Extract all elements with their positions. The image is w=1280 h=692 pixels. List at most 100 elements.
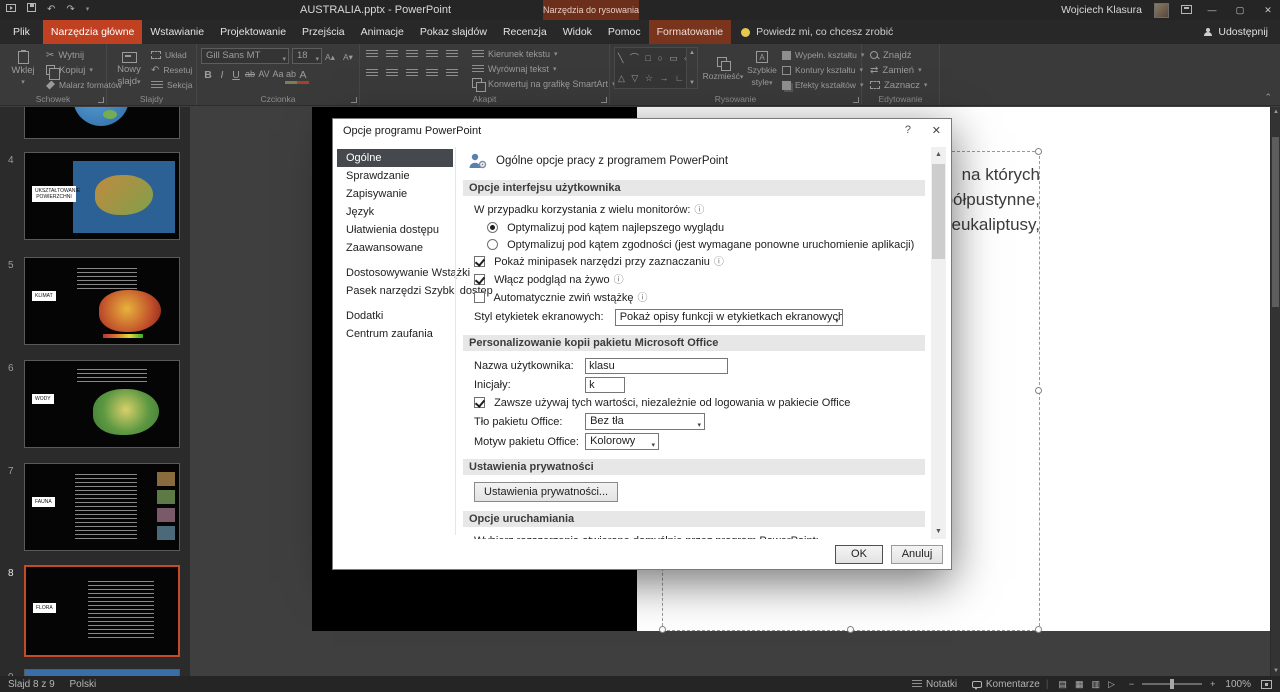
tab-animations[interactable]: Animacje	[353, 20, 412, 44]
zoom-in-button[interactable]: +	[1210, 679, 1215, 689]
select-button[interactable]: Zaznacz ▾	[870, 78, 927, 92]
notes-toggle[interactable]: Notatki	[926, 679, 957, 690]
tab-format[interactable]: Formatowanie	[649, 20, 732, 44]
customize-quick-access-button[interactable]: ▾	[86, 0, 90, 20]
tab-view[interactable]: Widok	[555, 20, 600, 44]
dialog-scrollbar-thumb[interactable]	[932, 164, 945, 259]
slide-thumbnail-5[interactable]: KLIMAT	[24, 257, 180, 345]
dialog-title-bar[interactable]: Opcje programu PowerPoint ? ✕	[333, 119, 951, 143]
strikethrough-button[interactable]: ab	[243, 69, 257, 84]
normal-view-button[interactable]: ▤	[1058, 679, 1067, 690]
zoom-slider[interactable]	[1142, 683, 1202, 685]
nav-addins[interactable]: Dodatki	[337, 307, 453, 325]
zoom-out-button[interactable]: −	[1129, 679, 1134, 689]
align-left-icon[interactable]	[366, 69, 378, 78]
decrease-indent-icon[interactable]	[406, 50, 418, 59]
cut-button[interactable]: ✂ Wytnij	[46, 48, 84, 62]
scre entip-style-dropdown[interactable]: Pokaż opisy funkcji w etykietkach ekrano…	[615, 309, 843, 326]
tab-home[interactable]: Narzędzia główne	[43, 20, 142, 44]
nav-advanced[interactable]: Zaawansowane	[337, 239, 453, 257]
selection-handle-top-right[interactable]	[1035, 148, 1042, 155]
comments-toggle[interactable]: Komentarze	[986, 679, 1040, 690]
collapse-ribbon-button[interactable]: ⌃	[1264, 92, 1272, 103]
save-button[interactable]	[27, 0, 36, 20]
optimize-best-radio[interactable]	[487, 222, 498, 233]
dialog-help-button[interactable]: ?	[905, 124, 911, 136]
line-spacing-icon[interactable]	[446, 50, 458, 59]
selection-handle-bottom-right[interactable]	[1035, 626, 1042, 633]
justify-icon[interactable]	[426, 69, 438, 78]
quick-styles-button[interactable]: A Szybkie style▾	[744, 47, 780, 92]
slide-thumbnail-9-partial[interactable]	[24, 669, 180, 676]
shape-effects-button[interactable]: Efekty kształtów ▾	[782, 78, 863, 92]
repeat-button[interactable]: ↷	[66, 0, 74, 20]
start-slideshow-button[interactable]	[6, 0, 16, 20]
arrange-button[interactable]: Rozmieść▾	[702, 47, 744, 92]
new-slide-button[interactable]: Nowy slajd▾	[109, 47, 149, 92]
align-center-icon[interactable]	[386, 69, 398, 78]
columns-icon[interactable]	[446, 69, 458, 78]
align-right-icon[interactable]	[406, 69, 418, 78]
copy-button[interactable]: Kopiuj ▾	[46, 63, 93, 77]
cancel-button[interactable]: Anuluj	[891, 545, 943, 564]
clipboard-dialog-launcher[interactable]	[98, 97, 104, 103]
selection-handle-bottom-center[interactable]	[847, 626, 854, 633]
zoom-slider-thumb[interactable]	[1170, 679, 1174, 689]
always-use-values-checkbox[interactable]	[474, 397, 485, 408]
layout-button[interactable]: Układ	[151, 48, 187, 62]
scroll-down-icon[interactable]: ▼	[1271, 668, 1280, 674]
reset-button[interactable]: ↶ Resetuj	[151, 63, 192, 77]
nav-proofing[interactable]: Sprawdzanie	[337, 167, 453, 185]
minimize-button[interactable]: —	[1204, 5, 1220, 15]
optimize-compat-radio[interactable]	[487, 239, 498, 250]
mini-toolbar-checkbox[interactable]	[474, 256, 485, 267]
nav-accessibility[interactable]: Ułatwienia dostępu	[337, 221, 453, 239]
numbering-icon[interactable]	[386, 50, 398, 59]
privacy-settings-button[interactable]: Ustawienia prywatności...	[474, 482, 618, 502]
editor-vertical-scrollbar[interactable]: ▲ ▼	[1270, 107, 1280, 676]
nav-language[interactable]: Język	[337, 203, 453, 221]
tab-file[interactable]: Plik	[0, 20, 43, 44]
bullets-icon[interactable]	[366, 50, 378, 59]
align-text-button[interactable]: Wyrównaj tekst ▾	[472, 62, 556, 76]
live-preview-checkbox[interactable]	[474, 274, 485, 285]
increase-indent-icon[interactable]	[426, 50, 438, 59]
language-indicator[interactable]: Polski	[69, 679, 96, 690]
nav-customize-ribbon[interactable]: Dostosowywanie Wstążki	[337, 264, 453, 282]
ok-button[interactable]: OK	[835, 545, 883, 564]
auto-collapse-ribbon-checkbox[interactable]	[474, 292, 485, 303]
office-theme-dropdown[interactable]: Kolorowy ▾	[585, 433, 659, 450]
ribbon-display-options-button[interactable]	[1181, 1, 1192, 19]
dialog-scrollbar[interactable]: ▲ ▼	[931, 147, 946, 539]
shape-fill-button[interactable]: Wypełn. kształtu ▾	[782, 48, 864, 62]
share-button[interactable]: Udostępnij	[1192, 20, 1280, 44]
nav-quick-access[interactable]: Pasek narzędzi Szybki dostęp	[337, 282, 453, 300]
grow-font-button[interactable]: A▴	[325, 50, 335, 64]
scrollbar-thumb[interactable]	[1272, 137, 1279, 307]
tab-help[interactable]: Pomoc	[600, 20, 649, 44]
reading-view-button[interactable]: ▥	[1091, 679, 1100, 690]
highlight-color-button[interactable]: ab	[285, 69, 297, 84]
fit-slide-to-window-button[interactable]	[1261, 680, 1272, 689]
font-dialog-launcher[interactable]	[351, 97, 357, 103]
username-input[interactable]: klasu	[585, 358, 728, 374]
slide-thumbnail-7[interactable]: FAUNA	[24, 463, 180, 551]
office-background-dropdown[interactable]: Bez tła ▾	[585, 413, 705, 430]
dialog-close-button[interactable]: ✕	[932, 124, 941, 137]
tell-me-box[interactable]: Powiedz mi, co chcesz zrobić	[731, 20, 903, 44]
tab-review[interactable]: Recenzja	[495, 20, 555, 44]
slide-sorter-view-button[interactable]: ▦	[1075, 679, 1084, 690]
slideshow-view-button[interactable]: ▷	[1108, 679, 1115, 690]
shrink-font-button[interactable]: A▾	[343, 50, 353, 64]
initials-input[interactable]: k	[585, 377, 625, 393]
slide-thumbnail-8-selected[interactable]: FLORA	[24, 565, 180, 657]
user-avatar[interactable]	[1154, 3, 1169, 18]
italic-button[interactable]: I	[215, 69, 229, 84]
font-family-combobox[interactable]: Gill Sans MT ▾	[201, 48, 289, 64]
convert-smartart-button[interactable]: Konwertuj na grafikę SmartArt ▾	[472, 77, 616, 91]
find-button[interactable]: Znajdź	[870, 48, 912, 62]
selection-handle-middle-right[interactable]	[1035, 387, 1042, 394]
slide-thumbnail-4[interactable]: UKSZTAŁTOWANIE POWIERZCHNI	[24, 152, 180, 240]
replace-button[interactable]: ⇄ Zamień ▾	[870, 63, 922, 77]
tab-design[interactable]: Projektowanie	[212, 20, 294, 44]
